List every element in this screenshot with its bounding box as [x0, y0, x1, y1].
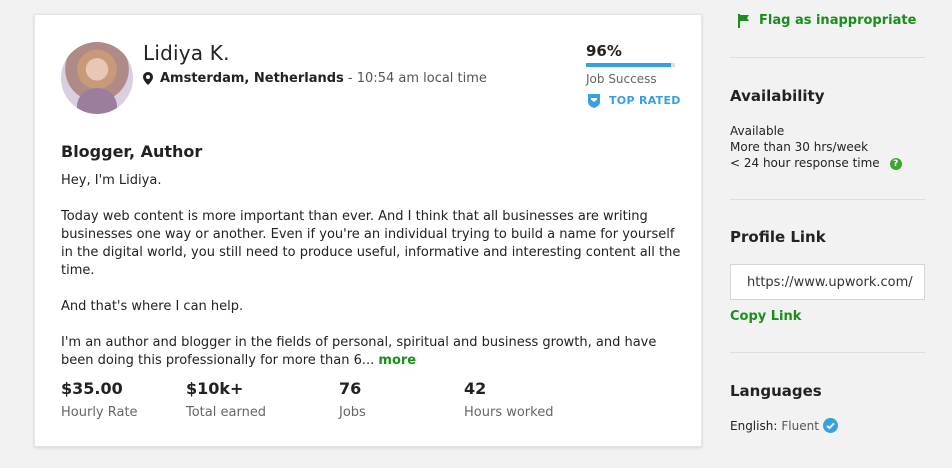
profile-title: Blogger, Author — [61, 142, 203, 161]
job-success-percent: 96% — [586, 42, 622, 60]
response-time-row: < 24 hour response time? — [730, 155, 902, 171]
profile-card: Lidiya K. Amsterdam, Netherlands - 10:54… — [34, 14, 702, 447]
stat-label: Hourly Rate — [61, 405, 138, 420]
overview-paragraph-last: I'm an author and blogger in the fields … — [61, 334, 681, 370]
job-success-label: Job Success — [586, 72, 657, 86]
availability-hours: More than 30 hrs/week — [730, 140, 869, 154]
freelancer-name: Lidiya K. — [143, 41, 230, 65]
top-rated-badge[interactable]: TOP RATED — [587, 93, 681, 108]
stat-value: 42 — [464, 379, 487, 398]
flag-label: Flag as inappropriate — [759, 13, 917, 28]
location-line: Amsterdam, Netherlands - 10:54 am local … — [143, 71, 487, 86]
stat-total-earned: $10k+ Total earned — [186, 379, 266, 420]
overview-paragraph: Hey, I'm Lidiya. — [61, 173, 162, 188]
job-success-bar-fill — [586, 63, 672, 67]
profile-link-heading: Profile Link — [730, 228, 826, 246]
response-time: < 24 hour response time — [730, 156, 880, 170]
overview-paragraph: And that's where I can help. — [61, 299, 244, 314]
language-name: English: — [730, 418, 778, 433]
divider — [730, 57, 925, 58]
job-success-bar — [586, 63, 675, 67]
stat-hours-worked: 42 Hours worked — [464, 379, 553, 420]
profile-link-field[interactable] — [730, 264, 925, 300]
stat-label: Jobs — [339, 405, 366, 420]
location-separator: - — [343, 71, 357, 86]
help-icon[interactable]: ? — [889, 157, 902, 170]
overview-paragraph: Today web content is more important than… — [61, 209, 681, 278]
flag-inappropriate-link[interactable]: Flag as inappropriate — [738, 13, 916, 28]
language-level: Fluent — [781, 418, 819, 433]
stat-value: $35.00 — [61, 379, 123, 398]
availability-status: Available — [730, 124, 785, 138]
stat-jobs: 76 Jobs — [339, 379, 366, 420]
location-text: Amsterdam, Netherlands — [160, 71, 344, 86]
languages-heading: Languages — [730, 382, 822, 400]
copy-link-button[interactable]: Copy Link — [730, 309, 801, 324]
stat-label: Hours worked — [464, 405, 554, 420]
avatar[interactable] — [61, 42, 133, 114]
job-success: 96% Job Success — [586, 42, 676, 86]
location-pin-icon — [143, 72, 153, 85]
profile-overview: Hey, I'm Lidiya. Today web content is mo… — [61, 172, 681, 388]
more-link[interactable]: more — [378, 353, 416, 368]
stat-label: Total earned — [186, 405, 267, 420]
flag-icon — [738, 13, 749, 28]
overview-paragraph-text: I'm an author and blogger in the fields … — [61, 335, 657, 368]
divider — [730, 199, 925, 200]
local-time: 10:54 am local time — [356, 71, 487, 86]
profile-link-input[interactable] — [731, 265, 922, 299]
top-rated-label: TOP RATED — [609, 94, 681, 107]
verified-check-icon — [822, 418, 838, 433]
stat-value: $10k+ — [186, 379, 244, 398]
stat-value: 76 — [339, 379, 362, 398]
top-rated-icon — [588, 94, 600, 108]
availability-info: Available More than 30 hrs/week < 24 hou… — [730, 123, 902, 171]
availability-heading: Availability — [730, 87, 825, 105]
language-row: English: Fluent — [730, 418, 838, 433]
divider — [730, 352, 925, 353]
stat-hourly-rate: $35.00 Hourly Rate — [61, 379, 138, 420]
